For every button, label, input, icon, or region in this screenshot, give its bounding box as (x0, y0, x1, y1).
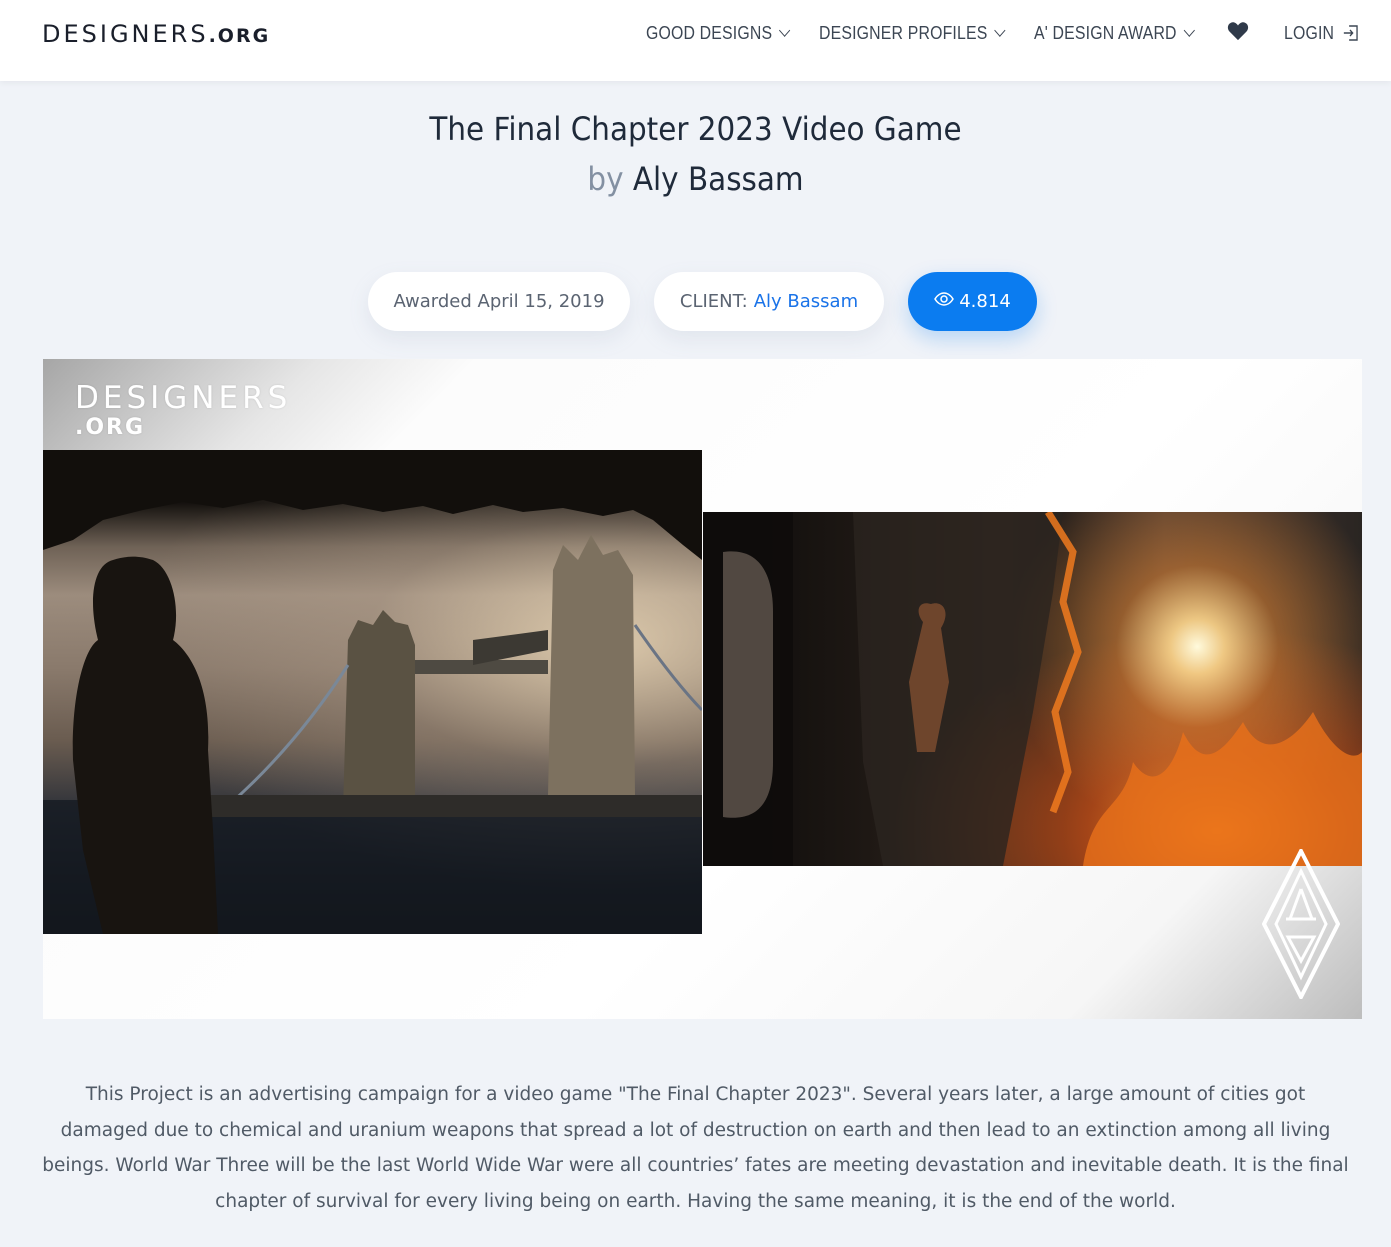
client-label: CLIENT: (679, 291, 748, 312)
logo-suffix: .ORG (208, 25, 271, 47)
burning-aircraft-image (703, 512, 1362, 866)
site-logo[interactable]: DESIGNERS.ORG (42, 20, 270, 48)
chevron-down-icon (994, 23, 1006, 37)
eye-icon (934, 291, 955, 306)
designer-name[interactable]: Aly Bassam (633, 160, 804, 198)
nav-designer-profiles-label: DESIGNER PROFILES (819, 22, 988, 43)
client-badge: CLIENT: Aly Bassam (654, 272, 884, 331)
nav-design-award-label: A' DESIGN AWARD (1034, 22, 1177, 43)
watermark-main: DESIGNERS (75, 380, 292, 416)
watermark-suffix: .ORG (75, 415, 146, 440)
site-header: DESIGNERS.ORG GOOD DESIGNS DESIGNER PROF… (0, 0, 1391, 81)
login-icon (1343, 25, 1358, 41)
client-name-link[interactable]: Aly Bassam (754, 291, 858, 312)
login-label: LOGIN (1284, 22, 1335, 43)
watermark-logo: DESIGNERS .ORG (75, 383, 291, 443)
a-design-award-mark-icon (1262, 849, 1340, 999)
project-description: This Project is an advertising campaign … (42, 1084, 1349, 1212)
chevron-down-icon (779, 23, 791, 37)
logo-main: DESIGNERS (42, 20, 209, 48)
london-tower-bridge-image (43, 450, 702, 934)
heart-icon[interactable] (1227, 21, 1249, 41)
project-byline: by Aly Bassam (56, 160, 1336, 198)
login-link[interactable]: LOGIN (1284, 21, 1359, 45)
awarded-date-badge: Awarded April 15, 2019 (368, 272, 630, 331)
nav-good-designs-label: GOOD DESIGNS (646, 22, 773, 43)
by-label: by (587, 160, 624, 198)
project-hero-image[interactable]: DESIGNERS .ORG (43, 359, 1362, 1019)
nav-design-award[interactable]: A' DESIGN AWARD (1034, 21, 1196, 45)
nav-designer-profiles[interactable]: DESIGNER PROFILES (819, 21, 1006, 45)
chevron-down-icon (1183, 23, 1196, 37)
project-title: The Final Chapter 2023 Video Game (429, 110, 962, 148)
views-count: 4.814 (959, 291, 1011, 312)
nav-good-designs[interactable]: GOOD DESIGNS (646, 21, 791, 45)
views-button[interactable]: 4.814 (908, 272, 1037, 331)
awarded-date: Awarded April 15, 2019 (393, 291, 605, 312)
